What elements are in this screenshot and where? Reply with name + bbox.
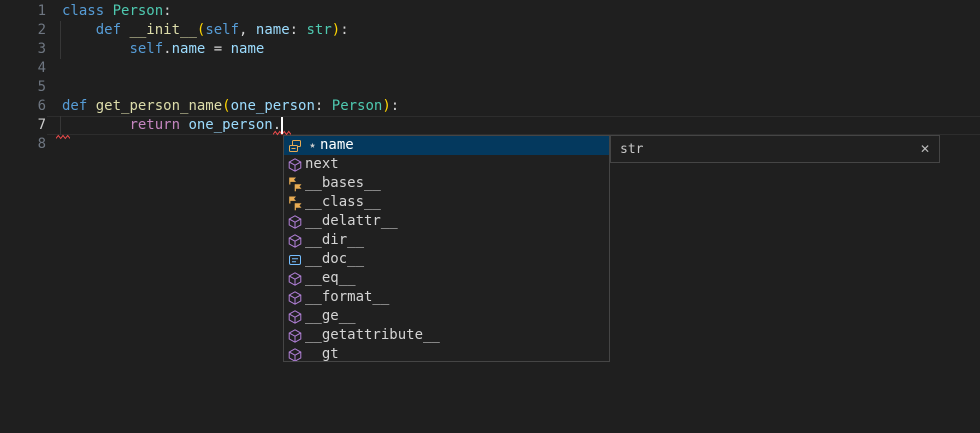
code-token: self <box>205 22 239 38</box>
code-token: return <box>129 117 180 133</box>
symbol-method-icon <box>287 309 303 325</box>
code-token: Person <box>332 98 383 114</box>
symbol-method-icon <box>287 214 303 230</box>
suggestion-item[interactable]: __getattribute__ <box>284 326 609 345</box>
line-number: 6 <box>0 97 46 116</box>
suggestion-item[interactable]: next <box>284 155 609 174</box>
line-number: 8 <box>0 135 46 154</box>
code-token <box>62 41 129 57</box>
code-token: : <box>315 98 332 114</box>
symbol-field-icon <box>287 138 303 154</box>
line-number: 7 <box>0 116 46 135</box>
code-token: name <box>231 41 265 57</box>
star-icon: ★ <box>305 136 320 155</box>
code-token: def <box>62 98 87 114</box>
symbol-method-icon <box>287 328 303 344</box>
code-token: name <box>172 41 206 57</box>
line-number-gutter: 12345678 <box>0 2 46 154</box>
line-number: 1 <box>0 2 46 21</box>
suggestion-item[interactable]: __delattr__ <box>284 212 609 231</box>
suggest-detail-panel: str ✕ <box>610 135 940 163</box>
code-token: = <box>205 41 230 57</box>
suggestion-label: __dir__ <box>305 231 364 250</box>
code-token: class <box>62 3 104 19</box>
suggestion-label: __eq__ <box>305 269 356 288</box>
code-token <box>87 98 95 114</box>
suggestion-label: __gt__ <box>305 345 356 362</box>
indent-guide <box>60 21 61 59</box>
code-token: name <box>256 22 290 38</box>
line-number: 5 <box>0 78 46 97</box>
suggestion-label: __class__ <box>305 193 381 212</box>
suggestion-label: __getattribute__ <box>305 326 440 345</box>
suggestion-item[interactable]: __bases__ <box>284 174 609 193</box>
suggestion-label: __delattr__ <box>305 212 398 231</box>
code-line[interactable]: return one_person. <box>62 116 399 135</box>
code-line[interactable]: self.name = name <box>62 40 399 59</box>
suggestion-label: __format__ <box>305 288 389 307</box>
code-token: ( <box>222 98 230 114</box>
suggestion-item[interactable]: __doc__ <box>284 250 609 269</box>
code-token: self <box>129 41 163 57</box>
suggestion-item[interactable]: __format__ <box>284 288 609 307</box>
suggestion-item[interactable]: __eq__ <box>284 269 609 288</box>
suggestion-label: next <box>305 155 339 174</box>
symbol-doc-icon <box>287 252 303 268</box>
code-token: __init__ <box>129 22 196 38</box>
line-number: 3 <box>0 40 46 59</box>
indent-guide <box>60 116 61 135</box>
code-token: : <box>340 22 348 38</box>
line-number: 4 <box>0 59 46 78</box>
code-token: ) <box>332 22 340 38</box>
code-token: : <box>290 22 307 38</box>
suggestion-label: __ge__ <box>305 307 356 326</box>
symbol-class-icon <box>287 195 303 211</box>
code-token <box>62 22 96 38</box>
code-token: . <box>163 41 171 57</box>
suggestion-label: __bases__ <box>305 174 381 193</box>
code-line[interactable]: def __init__(self, name: str): <box>62 21 399 40</box>
line-number: 2 <box>0 21 46 40</box>
code-editor[interactable]: 12345678 class Person: def __init__(self… <box>0 0 980 433</box>
suggest-detail-text: str <box>620 140 643 159</box>
code-token <box>62 117 129 133</box>
suggestion-label: __doc__ <box>305 250 364 269</box>
code-token: : <box>391 98 399 114</box>
text-cursor <box>281 117 283 134</box>
code-token: one_person <box>231 98 315 114</box>
code-token: ) <box>382 98 390 114</box>
code-token: : <box>163 3 171 19</box>
symbol-method-icon <box>287 290 303 306</box>
code-line[interactable]: class Person: <box>62 2 399 21</box>
close-icon[interactable]: ✕ <box>920 140 930 159</box>
symbol-class-icon <box>287 176 303 192</box>
symbol-method-icon <box>287 157 303 173</box>
code-line[interactable] <box>62 59 399 78</box>
code-token: Person <box>113 3 164 19</box>
suggestion-item[interactable]: __dir__ <box>284 231 609 250</box>
code-token: get_person_name <box>96 98 222 114</box>
suggestion-item[interactable]: __class__ <box>284 193 609 212</box>
code-token: one_person <box>188 117 272 133</box>
suggestion-item[interactable]: ★name <box>284 136 609 155</box>
suggestion-label: name <box>320 136 354 155</box>
code-token <box>104 3 112 19</box>
code-token: , <box>239 22 256 38</box>
symbol-method-icon <box>287 271 303 287</box>
suggestion-item[interactable]: __gt__ <box>284 345 609 362</box>
suggestion-item[interactable]: __ge__ <box>284 307 609 326</box>
error-squiggle-icon <box>56 134 70 140</box>
code-line[interactable] <box>62 78 399 97</box>
symbol-method-icon <box>287 233 303 249</box>
code-token: str <box>306 22 331 38</box>
suggest-widget[interactable]: ★namenext__bases____class____delattr____… <box>283 135 610 362</box>
symbol-method-icon <box>287 347 303 363</box>
code-area[interactable]: class Person: def __init__(self, name: s… <box>62 2 399 154</box>
code-line[interactable]: def get_person_name(one_person: Person): <box>62 97 399 116</box>
code-token: def <box>96 22 121 38</box>
